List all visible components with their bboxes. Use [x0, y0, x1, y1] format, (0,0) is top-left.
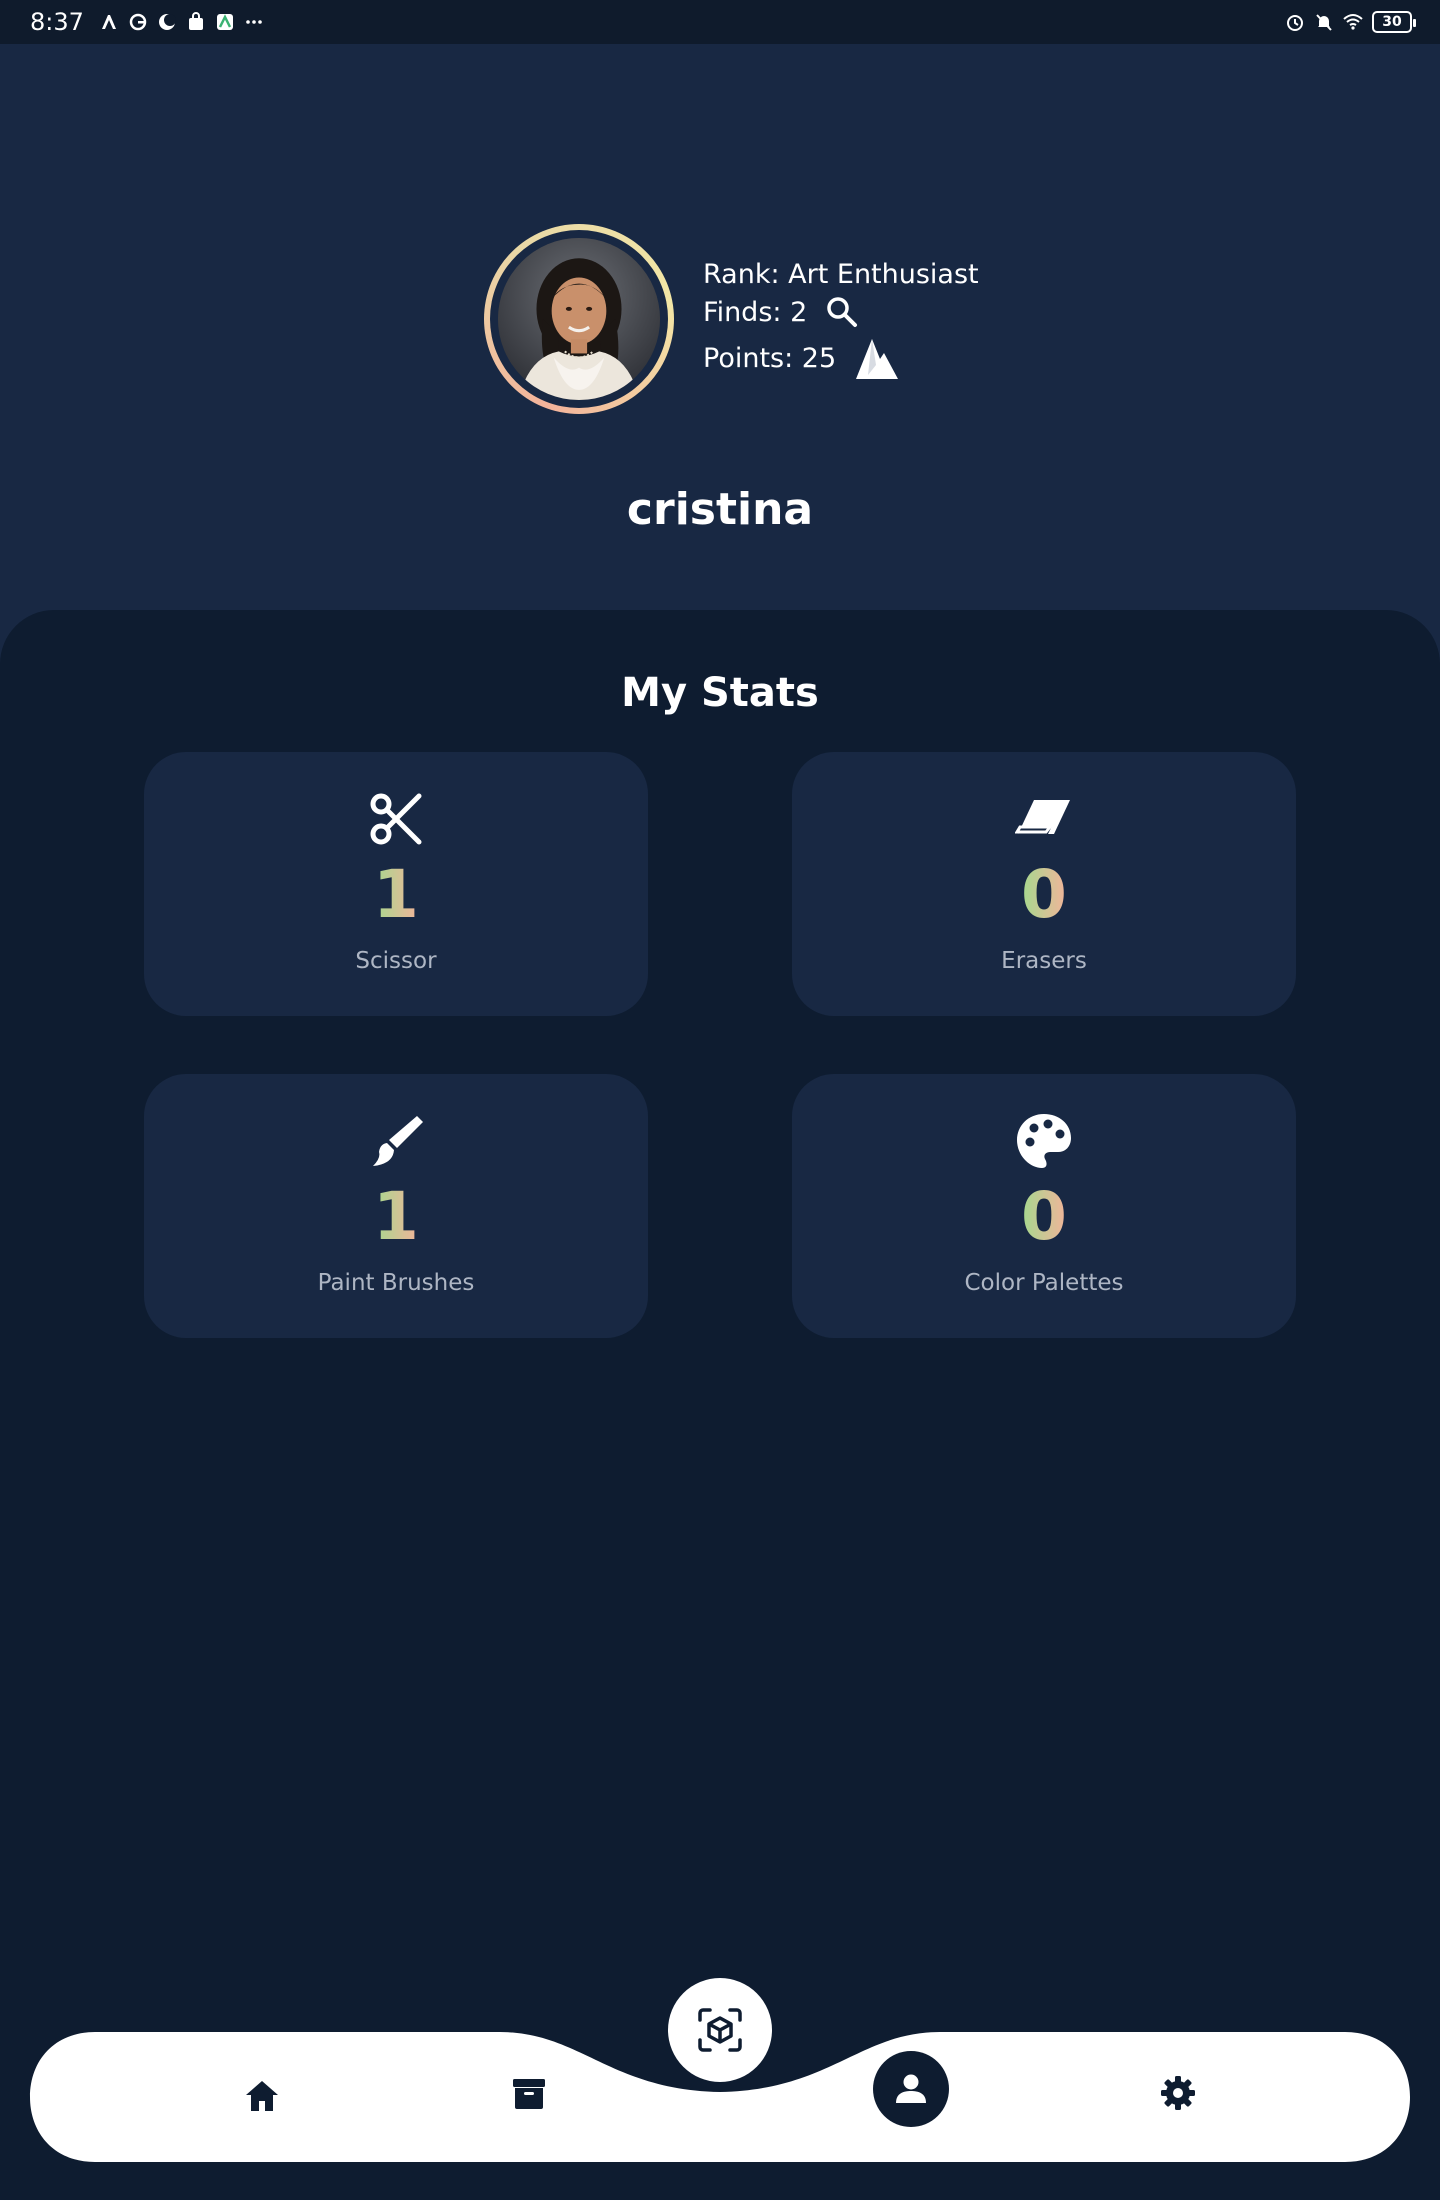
bell-muted-icon: [1314, 12, 1334, 32]
scan-cube-icon: [698, 2008, 742, 2052]
stat-label: Scissor: [355, 948, 437, 974]
username: cristina: [626, 484, 814, 535]
wifi-icon: [1343, 12, 1363, 32]
stat-label: Erasers: [1001, 948, 1087, 974]
mountain-icon: [854, 335, 900, 381]
stat-card-scissor[interactable]: 1 Scissor: [144, 752, 648, 1016]
archive-icon: [513, 2079, 545, 2109]
stat-label: Paint Brushes: [317, 1270, 475, 1296]
status-right: 30: [1285, 11, 1416, 33]
google-icon: [128, 12, 148, 32]
stat-card-color-palettes[interactable]: 0 Color Palettes: [792, 1074, 1296, 1338]
avatar[interactable]: [498, 238, 660, 400]
nav-archive-button[interactable]: [505, 2070, 553, 2118]
maps-icon: [99, 12, 119, 32]
stat-value: 0: [1021, 856, 1067, 933]
nav-scan-button[interactable]: [668, 1978, 772, 2082]
shop-bag-icon: [186, 12, 206, 32]
points-line: Points: 25: [703, 339, 979, 379]
paint-brush-icon: [367, 1112, 425, 1170]
stat-label: Color Palettes: [964, 1270, 1124, 1296]
palette-icon: [1015, 1112, 1073, 1170]
stat-value: 1: [373, 856, 419, 933]
points-text: Points: 25: [703, 342, 837, 374]
search-icon: [825, 295, 859, 329]
status-time: 8:37: [30, 8, 84, 36]
crescent-icon: [157, 12, 177, 32]
stat-value: 0: [1021, 1178, 1067, 1255]
avatar-ring: [484, 224, 674, 414]
eraser-icon: [1015, 790, 1073, 848]
nav-home-button[interactable]: [238, 2072, 286, 2120]
profile-icon: [896, 2074, 926, 2103]
nav-profile-button[interactable]: [873, 2051, 949, 2127]
stat-value: 1: [373, 1178, 419, 1255]
rank-text: Rank: Art Enthusiast: [703, 258, 979, 290]
more-dots-icon: [244, 12, 264, 32]
home-icon: [246, 2081, 278, 2111]
status-left: 8:37: [30, 8, 264, 36]
stat-card-erasers[interactable]: 0 Erasers: [792, 752, 1296, 1016]
status-bar: 8:37 30: [0, 0, 1440, 44]
scissors-icon: [367, 790, 425, 848]
settings-icon: [1161, 2076, 1195, 2110]
rank-line: Rank: Art Enthusiast: [703, 255, 979, 293]
finds-line: Finds: 2: [703, 293, 979, 331]
stats-panel: My Stats 1 Scissor 0 Erasers 1 Paint Bru…: [0, 610, 1440, 2200]
bottom-nav: [0, 1970, 1440, 2170]
app-icon: [215, 12, 235, 32]
nav-settings-button[interactable]: [1154, 2069, 1202, 2117]
alarm-icon: [1285, 12, 1305, 32]
profile-header: Rank: Art Enthusiast Finds: 2 Points: 25…: [0, 44, 1440, 684]
stat-card-paint-brushes[interactable]: 1 Paint Brushes: [144, 1074, 648, 1338]
battery-indicator: 30: [1372, 11, 1416, 33]
finds-text: Finds: 2: [703, 296, 808, 328]
stats-title: My Stats: [621, 670, 819, 716]
profile-info: Rank: Art Enthusiast Finds: 2 Points: 25: [703, 255, 979, 379]
